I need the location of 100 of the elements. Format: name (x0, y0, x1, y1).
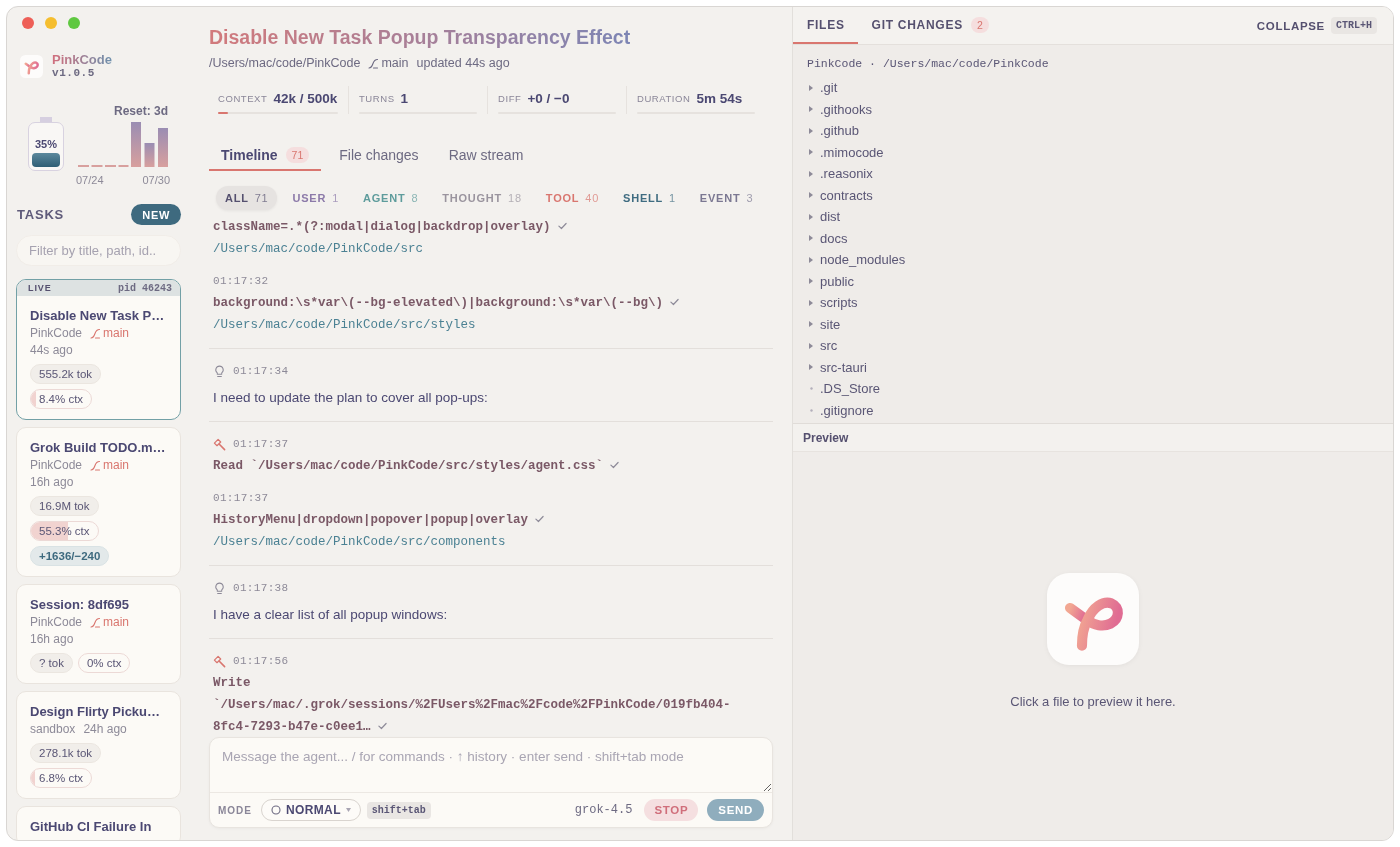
task-card[interactable]: Grok Build TODO.m… PinkCode main 16h ago 16.9M tok 55.3% ctx +1636/−240 (16, 427, 181, 577)
window-minimize-button[interactable] (45, 17, 57, 29)
tool-call-text: className=.*(?:modal|dialog|backdrop|overlay) (213, 220, 551, 234)
branch-name: main (103, 614, 130, 631)
token-count: 278.1k tok (30, 743, 102, 763)
message-composer[interactable]: Message the agent... / for commands · ↑ history · enter send · shift+tab mode MODE NORMAL shift+tab grok-4.5 STOP SEND (209, 737, 773, 828)
updated-time: updated 44s ago (416, 55, 510, 72)
process-id: pid 46243 (118, 282, 172, 294)
task-card[interactable]: GitHub CI Failure In (16, 806, 181, 840)
caret-icon (809, 170, 813, 177)
stat-value: +0 / −0 (527, 91, 570, 107)
timestamp: 01:17:37 (233, 438, 289, 450)
directory-path: /Users/mac/code/PinkCode/src/styles (213, 317, 477, 334)
tab[interactable]: GIT CHANGES 2 (857, 7, 1003, 44)
filter-input[interactable]: Filter by title, path, id.. (16, 235, 181, 266)
file-tree-item[interactable]: .gitignore (820, 402, 874, 418)
project-name: PinkCode (30, 614, 83, 631)
lightbulb-icon (213, 364, 226, 378)
task-card[interactable]: Design Flirty Picku… sandbox 24h ago 278.1k tok 6.8% ctx (16, 691, 181, 799)
file-tree-item[interactable]: docs (820, 230, 848, 246)
context-percent: 0% ctx (86, 657, 122, 669)
dot-icon (809, 387, 813, 391)
diff-stat: +1636/−240 (30, 546, 110, 566)
caret-icon (809, 127, 813, 134)
file-tree-item[interactable]: .DS_Store (820, 381, 880, 397)
context-percent: 8.4% ctx (39, 393, 84, 405)
task-card[interactable]: LIVE pid 46243 Disable New Task P… PinkCode main 44s ago 555.2k tok 8.4% ctx (16, 279, 181, 420)
stat-label: TURNS (359, 93, 395, 105)
message-input[interactable]: Message the agent... / for commands · ↑ history · enter send · shift+tab mode (210, 738, 772, 792)
tab[interactable]: Raw stream (436, 140, 536, 171)
file-tree-item[interactable]: .githooks (820, 101, 873, 117)
tab[interactable]: Timeline 71 (209, 140, 322, 171)
tab[interactable]: File changes (327, 140, 431, 171)
filter-chip[interactable]: SHELL 1 (614, 186, 685, 210)
tool-call-text: Read `/Users/mac/code/PinkCode/src/styles/agent.css` (213, 459, 604, 473)
file-tree-item[interactable]: contracts (820, 187, 873, 203)
thought-text: I need to update the plan to cover all pop-ups: (213, 390, 488, 405)
hammer-icon (213, 654, 226, 668)
reset-countdown: Reset: 3d (113, 104, 168, 118)
branch-icon (368, 57, 379, 69)
file-tree-item[interactable]: .mimocode (820, 144, 884, 160)
timestamp: 01:17:38 (233, 582, 289, 594)
app-version: v1.0.5 (52, 67, 95, 80)
token-count: ? tok (30, 653, 73, 673)
task-card[interactable]: Session: 8df695 PinkCode main 16h ago ? tok 0% ctx (16, 584, 181, 684)
lightbulb-icon (213, 581, 226, 595)
file-tree-item[interactable]: src (820, 338, 838, 354)
mode-dropdown[interactable]: NORMAL (261, 799, 361, 821)
caret-icon (809, 106, 813, 113)
caret-icon (809, 342, 813, 349)
ring-icon (271, 805, 281, 815)
app-name: PinkCode (52, 52, 112, 67)
section-heading: TASKS (17, 207, 64, 222)
new-task-button[interactable]: NEW (131, 204, 181, 225)
preview-heading: Preview (803, 430, 849, 445)
directory-path: /Users/mac/code/PinkCode/src (213, 241, 425, 258)
filter-chip[interactable]: EVENT 3 (690, 186, 763, 210)
file-tree-item[interactable]: .git (820, 80, 838, 96)
task-title: Disable New Task P… (30, 307, 166, 325)
model-name: grok-4.5 (574, 803, 633, 817)
window-close-button[interactable] (22, 17, 34, 29)
chart-date: 07/24 (76, 173, 104, 187)
shortcut-hint: CTRL+H (1331, 17, 1377, 34)
file-tree-item[interactable]: scripts (820, 295, 858, 311)
tool-call-text: HistoryMenu|dropdown|popover|popup|overlay (213, 513, 529, 527)
caret-icon (809, 278, 813, 285)
file-tree-item[interactable]: .reasonix (820, 166, 873, 182)
task-age: 24h ago (83, 721, 127, 738)
collapse-button[interactable]: COLLAPSE (1256, 19, 1325, 32)
task-age: 44s ago (30, 342, 73, 359)
file-tree-item[interactable]: src-tauri (820, 359, 867, 375)
thought-text: I have a clear list of all popup windows: (213, 607, 448, 622)
stat-label: DURATION (637, 93, 691, 105)
branch-icon (90, 328, 101, 339)
chart-date: 07/30 (142, 173, 170, 187)
file-tree-item[interactable]: site (820, 316, 841, 332)
context-percent: 6.8% ctx (39, 772, 84, 784)
token-count: 555.2k tok (30, 364, 102, 384)
task-title: Design Flirty Picku… (30, 703, 162, 721)
stat-value: 1 (400, 91, 409, 107)
caret-icon (809, 213, 813, 220)
tab[interactable]: FILES (793, 7, 858, 44)
project-name: sandbox (30, 721, 76, 738)
project-root-path: PinkCode · /Users/mac/code/PinkCode (807, 56, 1050, 72)
filter-chip[interactable]: USER 1 (283, 186, 349, 210)
preview-message: Click a file to preview it here. (1010, 693, 1176, 711)
file-tree-item[interactable]: public (820, 273, 854, 289)
file-tree-item[interactable]: dist (820, 209, 841, 225)
timestamp: 01:17:34 (233, 365, 289, 377)
file-tree-item[interactable]: node_modules (820, 252, 906, 268)
stat-value: 5m 54s (696, 91, 743, 107)
branch-icon (90, 460, 101, 471)
file-tree-item[interactable]: .github (820, 123, 860, 139)
shortcut-hint: shift+tab (366, 801, 431, 819)
window-zoom-button[interactable] (68, 17, 80, 29)
filter-chip[interactable]: ALL 71 (216, 186, 278, 210)
caret-icon (809, 321, 813, 328)
directory-path: /Users/mac/code/PinkCode/src/components (213, 534, 507, 551)
task-title: GitHub CI Failure In (30, 818, 153, 836)
context-percent: 55.3% ctx (39, 525, 90, 537)
